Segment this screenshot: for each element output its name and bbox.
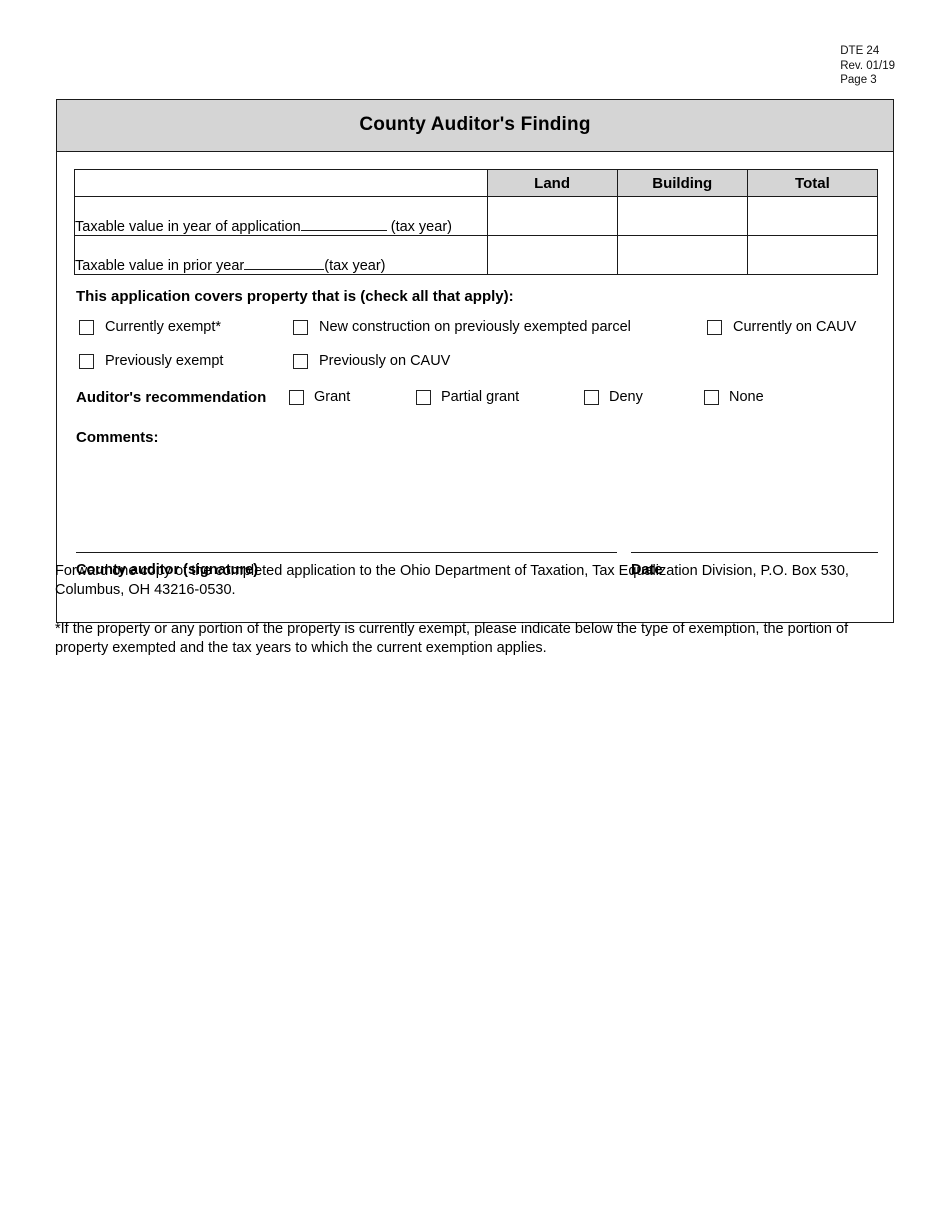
row-label-text: Taxable value in year of application	[75, 219, 301, 235]
auditor-recommendation-label: Auditor's recommendation	[76, 389, 267, 406]
cell-total-prior-year[interactable]	[746, 235, 879, 275]
checkbox-label: Currently on CAUV	[733, 319, 857, 335]
checkbox-icon[interactable]	[289, 389, 304, 405]
panel-body: Land Building Total Taxable value in yea…	[57, 152, 893, 622]
row-label-suffix: (tax year)	[390, 219, 452, 235]
checkbox-previously-on-cauv[interactable]: Previously on CAUV	[293, 353, 450, 369]
comments-field[interactable]	[74, 446, 876, 490]
checkbox-none[interactable]: None	[704, 389, 764, 405]
checkbox-icon[interactable]	[293, 319, 308, 335]
checkbox-icon[interactable]	[707, 319, 722, 335]
tax-year-blank-field[interactable]	[244, 259, 325, 270]
county-auditor-finding-panel: County Auditor's Finding Land Building T…	[56, 99, 894, 623]
checkbox-icon[interactable]	[704, 389, 719, 405]
checkbox-label: Previously on CAUV	[319, 353, 451, 369]
checkbox-icon[interactable]	[79, 319, 94, 335]
checkbox-label: None	[729, 389, 764, 405]
row-label-suffix: (tax year)	[324, 258, 386, 274]
checkbox-label: New construction on previously exempted …	[319, 319, 631, 335]
checkbox-previously-exempt[interactable]: Previously exempt	[79, 353, 223, 369]
checkbox-icon[interactable]	[584, 389, 599, 405]
checkbox-grant[interactable]: Grant	[289, 389, 350, 405]
checkbox-currently-exempt[interactable]: Currently exempt*	[79, 319, 221, 335]
checkbox-icon[interactable]	[293, 353, 308, 369]
cell-total-year-of-application[interactable]	[746, 196, 879, 236]
table-row: Taxable value in prior year (tax year)	[74, 235, 879, 275]
document-header: DTE 24 Rev. 01/19 Page 3	[840, 44, 895, 88]
cell-land-year-of-application[interactable]	[486, 196, 618, 236]
table-header-blank	[74, 169, 488, 197]
checkbox-icon[interactable]	[416, 389, 431, 405]
date-signature-line[interactable]	[631, 552, 878, 553]
taxable-value-table: Land Building Total Taxable value in yea…	[74, 169, 879, 275]
cell-land-prior-year[interactable]	[486, 235, 618, 275]
county-auditor-signature-line[interactable]	[76, 552, 617, 553]
table-header-row: Land Building Total	[74, 169, 879, 197]
table-header-building: Building	[616, 169, 748, 197]
form-revision: Rev. 01/19	[840, 59, 895, 72]
checkbox-new-construction[interactable]: New construction on previously exempted …	[293, 319, 631, 335]
footer-notes: Forward one copy of the completed applic…	[55, 562, 900, 658]
page-number: Page 3	[840, 74, 877, 86]
form-number: DTE 24	[840, 45, 880, 57]
panel-title: County Auditor's Finding	[57, 100, 893, 152]
row-label-text: Taxable value in prior year	[75, 258, 245, 274]
cell-building-year-of-application[interactable]	[616, 196, 748, 236]
row-label-prior-year: Taxable value in prior year (tax year)	[74, 235, 488, 275]
checkbox-partial-grant[interactable]: Partial grant	[416, 389, 519, 405]
checkbox-label: Partial grant	[441, 389, 520, 405]
checkbox-icon[interactable]	[79, 353, 94, 369]
footer-paragraph-exemption-note: *If the property or any portion of the p…	[55, 621, 849, 656]
auditor-recommendation-group: Auditor's recommendation Grant Partial g…	[74, 387, 876, 411]
comments-label: Comments:	[76, 429, 159, 446]
table-header-land: Land	[486, 169, 618, 197]
checkbox-currently-on-cauv[interactable]: Currently on CAUV	[707, 319, 856, 335]
table-row: Taxable value in year of application (ta…	[74, 196, 879, 236]
coverage-heading: This application covers property that is…	[76, 288, 514, 305]
checkbox-label: Currently exempt*	[105, 319, 222, 335]
tax-year-blank-field[interactable]	[300, 220, 387, 231]
checkbox-deny[interactable]: Deny	[584, 389, 643, 405]
row-label-year-of-application: Taxable value in year of application (ta…	[74, 196, 488, 236]
table-header-total: Total	[746, 169, 879, 197]
footer-paragraph-forwarding: Forward one copy of the completed applic…	[55, 563, 849, 598]
checkbox-label: Previously exempt	[105, 353, 224, 369]
cell-building-prior-year[interactable]	[616, 235, 748, 275]
checkbox-label: Deny	[609, 389, 643, 405]
coverage-checkbox-group: Currently exempt* New construction on pr…	[74, 319, 876, 383]
checkbox-label: Grant	[314, 389, 351, 405]
